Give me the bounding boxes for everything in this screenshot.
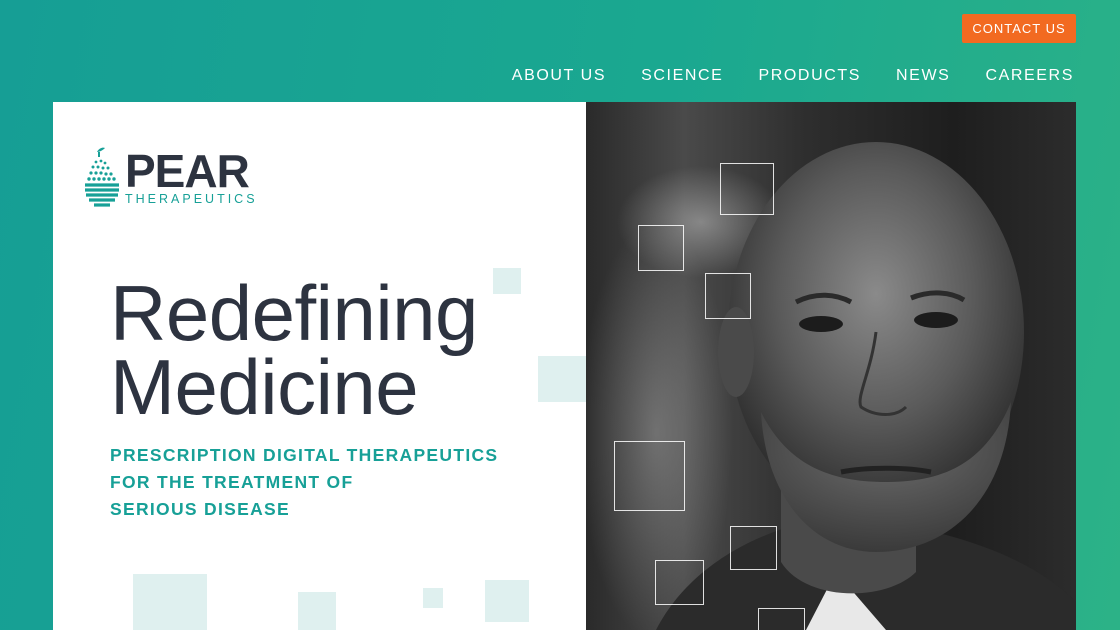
photo-frame-square: [705, 273, 751, 319]
photo-frame-square: [614, 441, 685, 511]
decor-square: [423, 588, 443, 608]
logo-wordmark: PEAR: [125, 145, 250, 197]
headline-line: Medicine: [110, 343, 419, 431]
photo-frame-square: [638, 225, 684, 271]
main-nav: ABOUT US SCIENCE PRODUCTS NEWS CAREERS: [512, 67, 1074, 85]
decor-square: [485, 580, 529, 622]
subhead-line: SERIOUS DISEASE: [110, 499, 290, 519]
pear-icon: [85, 147, 119, 207]
hero-subheading: PRESCRIPTION DIGITAL THERAPEUTICS FOR TH…: [110, 442, 530, 523]
portrait-photo: [586, 102, 1076, 630]
photo-frame-square: [730, 526, 777, 570]
contact-us-button[interactable]: CONTACT US: [962, 14, 1076, 43]
photo-frame-square: [720, 163, 774, 215]
nav-products[interactable]: PRODUCTS: [758, 67, 861, 85]
headline-line: Redefining: [110, 269, 478, 357]
nav-science[interactable]: SCIENCE: [641, 67, 723, 85]
decor-square: [538, 356, 586, 402]
photo-frame-square: [655, 560, 704, 605]
nav-careers[interactable]: CAREERS: [985, 67, 1074, 85]
hero-panel: PEAR THERAPEUTICS Redefining Medicine PR…: [53, 102, 586, 630]
nav-news[interactable]: NEWS: [896, 67, 950, 85]
subhead-line: FOR THE TREATMENT OF: [110, 472, 354, 492]
decor-square: [133, 574, 207, 630]
pear-therapeutics-logo[interactable]: PEAR THERAPEUTICS: [83, 146, 263, 210]
decor-square: [298, 592, 336, 630]
nav-about-us[interactable]: ABOUT US: [512, 67, 606, 85]
portrait-illustration: [656, 142, 1076, 630]
subhead-line: PRESCRIPTION DIGITAL THERAPEUTICS: [110, 445, 499, 465]
photo-frame-square: [758, 608, 805, 630]
decor-square: [493, 268, 521, 294]
hero-headline: Redefining Medicine: [110, 269, 478, 431]
logo-subtitle: THERAPEUTICS: [125, 192, 258, 206]
